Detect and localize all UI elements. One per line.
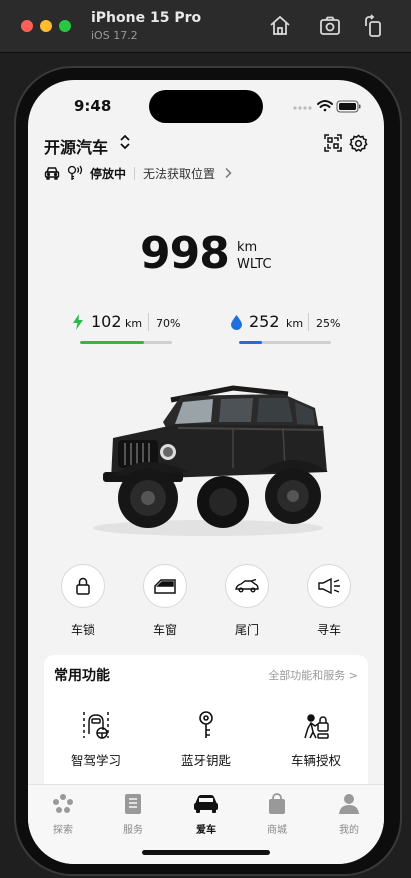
all-functions-link[interactable]: 全部功能和服务 > — [268, 667, 358, 683]
window-label: 车窗 — [152, 623, 177, 637]
car-name[interactable]: 开源汽车 — [44, 134, 108, 158]
key-icon — [199, 711, 213, 738]
range-standard: WLTC — [237, 257, 272, 272]
fuel-range: 252 km 25% — [231, 312, 341, 332]
shopping-bag-icon — [269, 793, 285, 814]
location-text: 无法获取位置 — [143, 166, 216, 181]
home-icon[interactable] — [268, 14, 292, 38]
explore-icon — [53, 794, 73, 813]
find-car-button[interactable] — [307, 564, 351, 608]
car-window-icon — [154, 579, 176, 594]
lock-button[interactable] — [61, 564, 105, 608]
electric-level-bar — [80, 341, 172, 344]
smart-driving-item[interactable]: 智驾学习 — [46, 710, 146, 769]
screenshot-icon[interactable] — [318, 14, 342, 38]
fuel-divider — [308, 313, 309, 331]
settings-gear-icon[interactable] — [349, 134, 368, 153]
tab-profile[interactable]: 我的 — [319, 793, 379, 836]
tailgate-action[interactable]: 尾门 — [217, 564, 277, 638]
close-window-button[interactable] — [21, 20, 33, 32]
park-status: 停放中 — [90, 166, 127, 181]
tab-service[interactable]: 服务 — [103, 793, 163, 836]
service-book-icon — [125, 794, 141, 814]
car-icon — [194, 795, 218, 813]
smart-driving-icon — [83, 712, 109, 739]
fuel-range-unit: km — [286, 317, 304, 330]
simulator-device-name: iPhone 15 Pro — [91, 10, 202, 26]
tailgate-icon — [235, 579, 259, 593]
vehicle-auth-item[interactable]: 车辆授权 — [266, 710, 366, 769]
electric-level-fill — [80, 341, 145, 344]
tab-explore[interactable]: 探索 — [33, 793, 93, 836]
smart-driving-label: 智驾学习 — [70, 753, 121, 768]
car-status-row[interactable]: 停放中 无法获取位置 — [44, 164, 233, 182]
cellular-icon — [293, 106, 312, 110]
lock-label: 车锁 — [70, 623, 95, 637]
tab-service-label: 服务 — [123, 825, 143, 836]
simulator-os-version: iOS 17.2 — [91, 29, 138, 42]
fuel-percent: 25% — [316, 317, 341, 330]
zoom-window-button[interactable] — [59, 20, 71, 32]
car-image[interactable] — [83, 380, 333, 540]
electric-range: 102 km 70% — [72, 312, 182, 332]
tab-my-car-label: 爱车 — [196, 825, 216, 836]
home-indicator[interactable] — [142, 850, 270, 855]
find-car-label: 寻车 — [316, 623, 341, 637]
vehicle-auth-label: 车辆授权 — [290, 753, 341, 768]
electric-range-unit: km — [125, 317, 143, 330]
tailgate-button[interactable] — [225, 564, 269, 608]
battery-icon — [336, 100, 361, 113]
status-icons — [292, 98, 362, 117]
total-range-value: 998 — [140, 228, 230, 279]
wifi-icon — [317, 100, 333, 112]
tab-explore-label: 探索 — [53, 825, 73, 836]
person-icon — [339, 794, 359, 814]
common-functions-title: 常用功能 — [54, 668, 110, 684]
key-signal-icon — [67, 165, 83, 180]
phone-screen: 9:48 开源汽车 停放中 无法获取位置 998 km WLTC 102 km … — [28, 80, 384, 864]
chevron-right-icon — [225, 167, 232, 179]
bluetooth-key-label: 蓝牙钥匙 — [180, 753, 231, 768]
bluetooth-key-item[interactable]: 蓝牙钥匙 — [156, 710, 256, 769]
simulator-titlebar: iPhone 15 Pro iOS 17.2 — [0, 0, 411, 53]
switch-car-icon[interactable] — [119, 133, 131, 151]
electric-divider — [148, 313, 149, 331]
tab-mall[interactable]: 商城 — [247, 793, 307, 836]
horn-icon — [318, 578, 340, 594]
window-action[interactable]: 车窗 — [135, 564, 195, 638]
fuel-drop-icon — [231, 315, 242, 330]
tab-mall-label: 商城 — [267, 825, 287, 836]
total-range-unit: km — [237, 240, 258, 255]
minimize-window-button[interactable] — [40, 20, 52, 32]
lightning-icon — [73, 314, 83, 330]
fuel-range-value: 252 — [249, 312, 280, 331]
tab-my-car[interactable]: 爱车 — [176, 793, 236, 836]
find-car-action[interactable]: 寻车 — [299, 564, 359, 638]
authorize-user-icon — [304, 714, 329, 739]
status-divider — [134, 166, 136, 180]
lock-action[interactable]: 车锁 — [53, 564, 113, 638]
electric-range-value: 102 — [91, 312, 122, 331]
scan-icon[interactable] — [324, 134, 342, 152]
electric-percent: 70% — [156, 317, 181, 330]
dynamic-island — [149, 90, 263, 123]
lock-icon — [76, 577, 90, 595]
rotate-icon[interactable] — [362, 14, 386, 38]
car-status-icon — [44, 167, 60, 180]
status-time: 9:48 — [74, 97, 112, 115]
tailgate-label: 尾门 — [234, 623, 259, 637]
tab-profile-label: 我的 — [339, 825, 359, 836]
fuel-level-bar — [239, 341, 331, 344]
window-button[interactable] — [143, 564, 187, 608]
fuel-level-fill — [239, 341, 262, 344]
